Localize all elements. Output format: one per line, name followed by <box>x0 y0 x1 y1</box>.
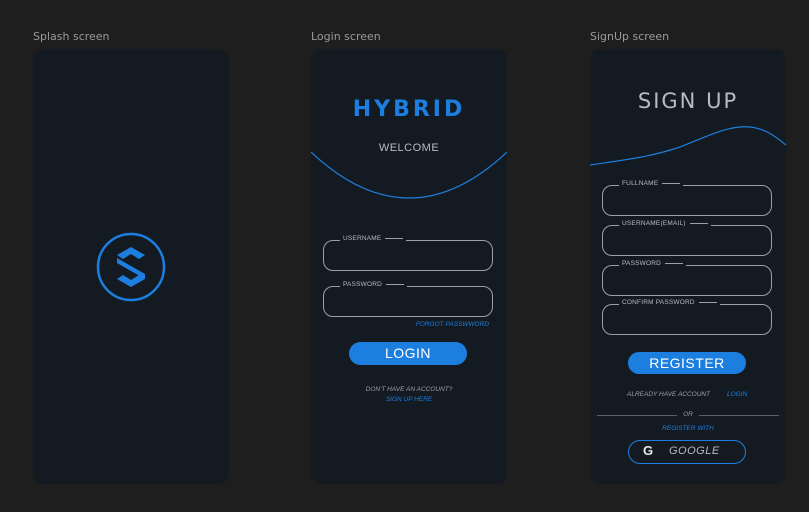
signup-header-wave <box>590 126 786 166</box>
signup-password-field[interactable]: PASSWORD <box>602 260 772 296</box>
google-button-label: GOOGLE <box>669 445 720 457</box>
email-label: USERNAME(EMAIL) <box>619 220 711 227</box>
login-frame-label: Login screen <box>311 30 381 43</box>
password-field[interactable]: PASSWORD <box>323 281 493 317</box>
register-with-text: REGISTER WITH <box>662 425 714 432</box>
signup-screen: SIGN UP FULLNAME USERNAME(EMAIL) PASSWOR… <box>590 49 786 484</box>
fullname-field[interactable]: FULLNAME <box>602 180 772 216</box>
forgot-password-link[interactable]: FORGOT PASSWWORD <box>416 321 489 328</box>
app-logo-icon <box>95 231 167 303</box>
signup-title: SIGN UP <box>637 89 739 113</box>
splash-screen <box>33 49 229 484</box>
register-button[interactable]: REGISTER <box>628 352 746 374</box>
signup-login-link[interactable]: LOGIN <box>727 391 747 398</box>
signup-frame-label: SignUp screen <box>590 30 670 43</box>
splash-frame-label: Splash screen <box>33 30 110 43</box>
no-account-text: DON'T HAVE AN ACCOUNT? <box>365 386 453 393</box>
login-screen: HYBRID WELCOME USERNAME PASSWORD FORGOT … <box>311 49 507 484</box>
google-signin-button[interactable]: G GOOGLE <box>628 440 746 464</box>
login-header-curve <box>311 151 507 199</box>
username-field[interactable]: USERNAME <box>323 235 493 271</box>
google-icon: G <box>643 443 654 458</box>
fullname-label: FULLNAME <box>619 180 684 187</box>
already-account-text: ALREADY HAVE ACCOUNT <box>627 391 711 398</box>
email-field[interactable]: USERNAME(EMAIL) <box>602 220 772 256</box>
signup-here-link[interactable]: SIGN UP HERE <box>311 396 507 403</box>
username-label: USERNAME <box>340 235 407 242</box>
divider-right <box>699 415 779 416</box>
login-button[interactable]: LOGIN <box>349 342 467 365</box>
confirm-password-field[interactable]: CONFIRM PASSWORD <box>602 299 772 335</box>
login-app-title: HYBRID <box>352 97 466 122</box>
login-welcome-text: WELCOME <box>378 142 440 154</box>
confirm-password-label: CONFIRM PASSWORD <box>619 299 720 306</box>
signup-password-label: PASSWORD <box>619 260 687 267</box>
password-label: PASSWORD <box>340 281 408 288</box>
